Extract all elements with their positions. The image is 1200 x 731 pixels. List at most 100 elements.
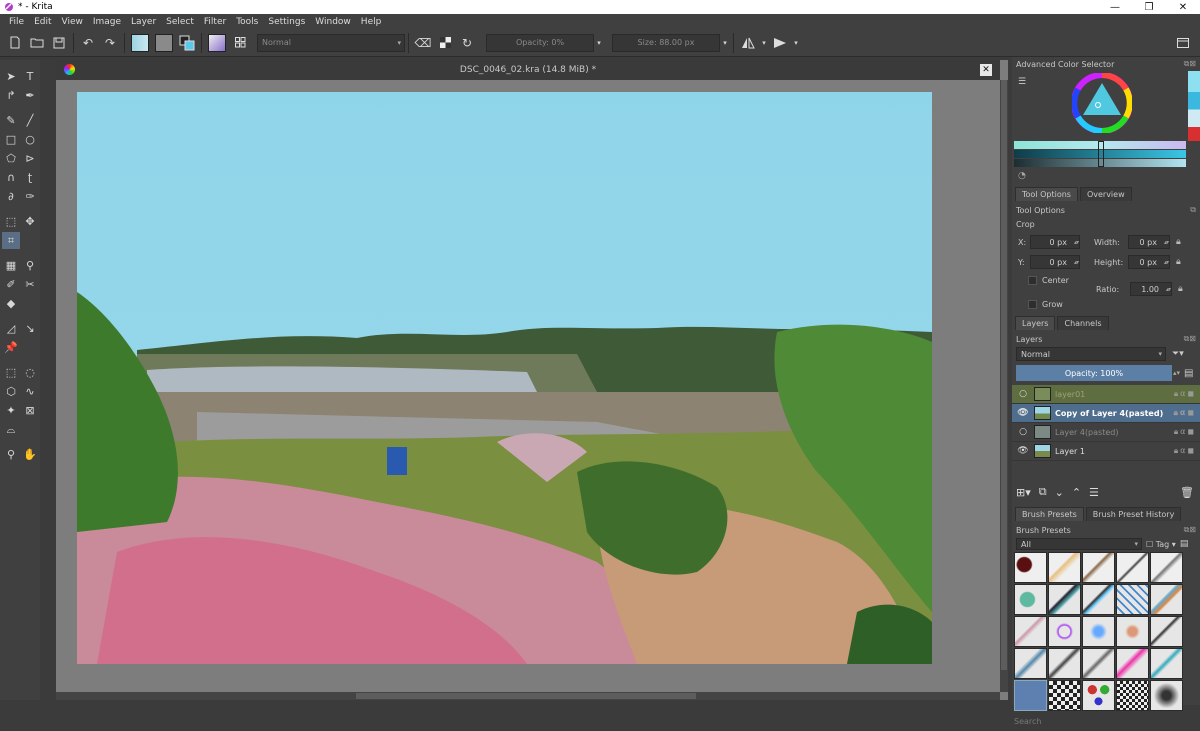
panel-float-close-icon[interactable]: ⧉⊠ (1184, 59, 1196, 69)
opacity-slider[interactable]: Opacity: 0% (486, 33, 594, 52)
document-tab[interactable]: DSC_0046_02.kra (14.8 MiB) * ✕ (56, 60, 1000, 80)
tab-channels[interactable]: Channels (1057, 316, 1109, 330)
restore-button[interactable]: ❐ (1132, 0, 1166, 14)
menu-select[interactable]: Select (161, 17, 199, 27)
assistant-tool-icon[interactable]: ◿ (2, 320, 20, 337)
polyline-tool-icon[interactable]: ⊳ (21, 150, 39, 167)
grid-icon[interactable] (229, 32, 251, 54)
brush-preset[interactable] (1048, 584, 1081, 615)
grow-checkbox[interactable] (1028, 299, 1037, 309)
layer-lock-alpha-icons[interactable]: 🔒︎α◼ (1174, 427, 1196, 437)
text-tool-icon[interactable]: T (21, 68, 39, 85)
polygonal-selection-icon[interactable]: ⬡ (2, 383, 20, 400)
freehand-brush-icon[interactable]: ✎ (2, 112, 20, 129)
brush-preset[interactable] (1082, 648, 1115, 679)
color-swap-icon[interactable] (176, 32, 198, 54)
freehand-path-icon[interactable]: ʈ (21, 169, 39, 186)
smart-patch-icon[interactable]: ✂ (21, 276, 39, 293)
bezier-selection-icon[interactable]: ⌓ (2, 421, 20, 438)
pattern-swatch[interactable] (155, 33, 173, 52)
mirror-vertical-icon[interactable] (769, 32, 791, 54)
contiguous-selection-icon[interactable]: ✦ (2, 402, 20, 419)
open-folder-icon[interactable] (26, 32, 48, 54)
rectangle-tool-icon[interactable]: □ (2, 131, 20, 148)
freehand-selection-icon[interactable]: ∿ (21, 383, 39, 400)
layer-properties-icon[interactable]: ▤ (1184, 368, 1193, 379)
brush-preset[interactable] (1048, 616, 1081, 647)
visibility-hidden-icon[interactable]: ○ (1016, 427, 1030, 437)
gradient-swatch[interactable] (131, 33, 149, 52)
layer-lock-alpha-icons[interactable]: 🔒︎α◼ (1174, 446, 1196, 456)
transform-tool-icon[interactable]: ⬚ (2, 213, 20, 230)
tab-tool-options[interactable]: Tool Options (1015, 187, 1078, 201)
vertical-scroll-thumb[interactable] (1001, 80, 1007, 670)
layer-row[interactable]: 👁︎ Copy of Layer 4(pasted) 🔒︎α◼ (1012, 404, 1200, 423)
panel-float-close-icon[interactable]: ⧉⊠ (1184, 334, 1196, 344)
layer-lock-alpha-icons[interactable]: 🔒︎α◼ (1174, 389, 1196, 399)
menu-view[interactable]: View (57, 17, 88, 27)
color-wheel[interactable] (1072, 73, 1132, 133)
undo-icon[interactable]: ↶ (77, 32, 99, 54)
layer-blend-mode-select[interactable]: Normal ▾ (1016, 347, 1166, 361)
brush-preset[interactable] (1014, 584, 1047, 615)
similar-selection-icon[interactable]: ⊠ (21, 402, 39, 419)
zoom-tool-icon[interactable]: ⚲ (2, 446, 20, 463)
layer-row[interactable]: ○ Layer 4(pasted) 🔒︎α◼ (1012, 423, 1200, 442)
horizontal-scroll-thumb[interactable] (356, 693, 696, 699)
move-layer-up-icon[interactable]: ⌃ (1072, 486, 1081, 499)
tab-layers[interactable]: Layers (1015, 316, 1056, 330)
close-document-button[interactable]: ✕ (980, 64, 992, 76)
brush-preset[interactable] (1014, 616, 1047, 647)
width-field[interactable]: 0 px (1128, 235, 1170, 249)
ratio-field[interactable]: 1.00 (1130, 282, 1172, 296)
calligraphy-icon[interactable]: ✒ (21, 87, 39, 104)
size-slider[interactable]: Size: 88.00 px (612, 33, 720, 52)
layer-row[interactable]: 👁︎ Layer 1 🔒︎α◼ (1012, 442, 1200, 461)
filter-icon[interactable]: ⏷▾ (1172, 349, 1184, 359)
dynamic-brush-icon[interactable]: ∂ (2, 188, 20, 205)
duplicate-layer-icon[interactable]: ⧉ (1039, 485, 1047, 499)
crop-tool-icon[interactable]: ⌗ (2, 232, 20, 249)
layer-row[interactable]: ○ layer01 🔒︎α◼ (1012, 385, 1200, 404)
menu-settings[interactable]: Settings (263, 17, 310, 27)
brush-preset[interactable] (1116, 584, 1149, 615)
opacity-spin-icon[interactable]: ▾ (594, 32, 604, 54)
add-layer-icon[interactable]: ⊞▾ (1016, 486, 1031, 499)
layer-lock-alpha-icons[interactable]: 🔒︎α◼ (1174, 408, 1196, 418)
line-tool-icon[interactable]: ╱ (21, 112, 39, 129)
brush-preset[interactable] (1014, 680, 1047, 711)
menu-image[interactable]: Image (88, 17, 126, 27)
horizontal-scrollbar[interactable] (56, 692, 1000, 700)
alpha-lock-icon[interactable] (434, 32, 456, 54)
brush-preset[interactable] (1116, 648, 1149, 679)
menu-edit[interactable]: Edit (29, 17, 56, 27)
y-field[interactable]: 0 px (1030, 255, 1080, 269)
brush-preset[interactable] (1116, 552, 1149, 583)
brush-preset[interactable] (1116, 680, 1149, 711)
new-document-icon[interactable] (4, 32, 26, 54)
select-shapes-icon[interactable]: ➤ (2, 68, 20, 85)
menu-file[interactable]: File (4, 17, 29, 27)
blend-mode-select[interactable]: Normal ▾ (257, 33, 405, 52)
eraser-icon[interactable]: ⌫ (412, 32, 434, 54)
brush-preset[interactable] (1082, 680, 1115, 711)
color-selector-menu-icon[interactable]: ☰ (1018, 77, 1026, 87)
reload-preset-icon[interactable]: ↻ (456, 32, 478, 54)
reference-images-icon[interactable]: 📌 (2, 339, 20, 356)
workspace-icon[interactable] (1172, 32, 1194, 54)
pan-tool-icon[interactable]: ✋ (21, 446, 39, 463)
height-field[interactable]: 0 px (1128, 255, 1170, 269)
canvas-image[interactable] (77, 92, 932, 664)
measure-tool-icon[interactable]: ↘ (21, 320, 39, 337)
elliptical-selection-icon[interactable]: ◌ (21, 364, 39, 381)
brush-preset[interactable] (1150, 648, 1183, 679)
multibrush-icon[interactable]: ✑ (21, 188, 39, 205)
tag-button[interactable]: ☐ Tag ▾ (1146, 540, 1176, 549)
layer-opacity-slider[interactable]: Opacity: 100% (1016, 365, 1172, 381)
bezier-tool-icon[interactable]: ∩ (2, 169, 20, 186)
brush-preset[interactable] (1014, 648, 1047, 679)
save-icon[interactable] (48, 32, 70, 54)
menu-window[interactable]: Window (310, 17, 356, 27)
color-selector-panel[interactable]: ☰ (1012, 71, 1200, 171)
layer-properties-icon[interactable]: ☰ (1089, 486, 1099, 499)
